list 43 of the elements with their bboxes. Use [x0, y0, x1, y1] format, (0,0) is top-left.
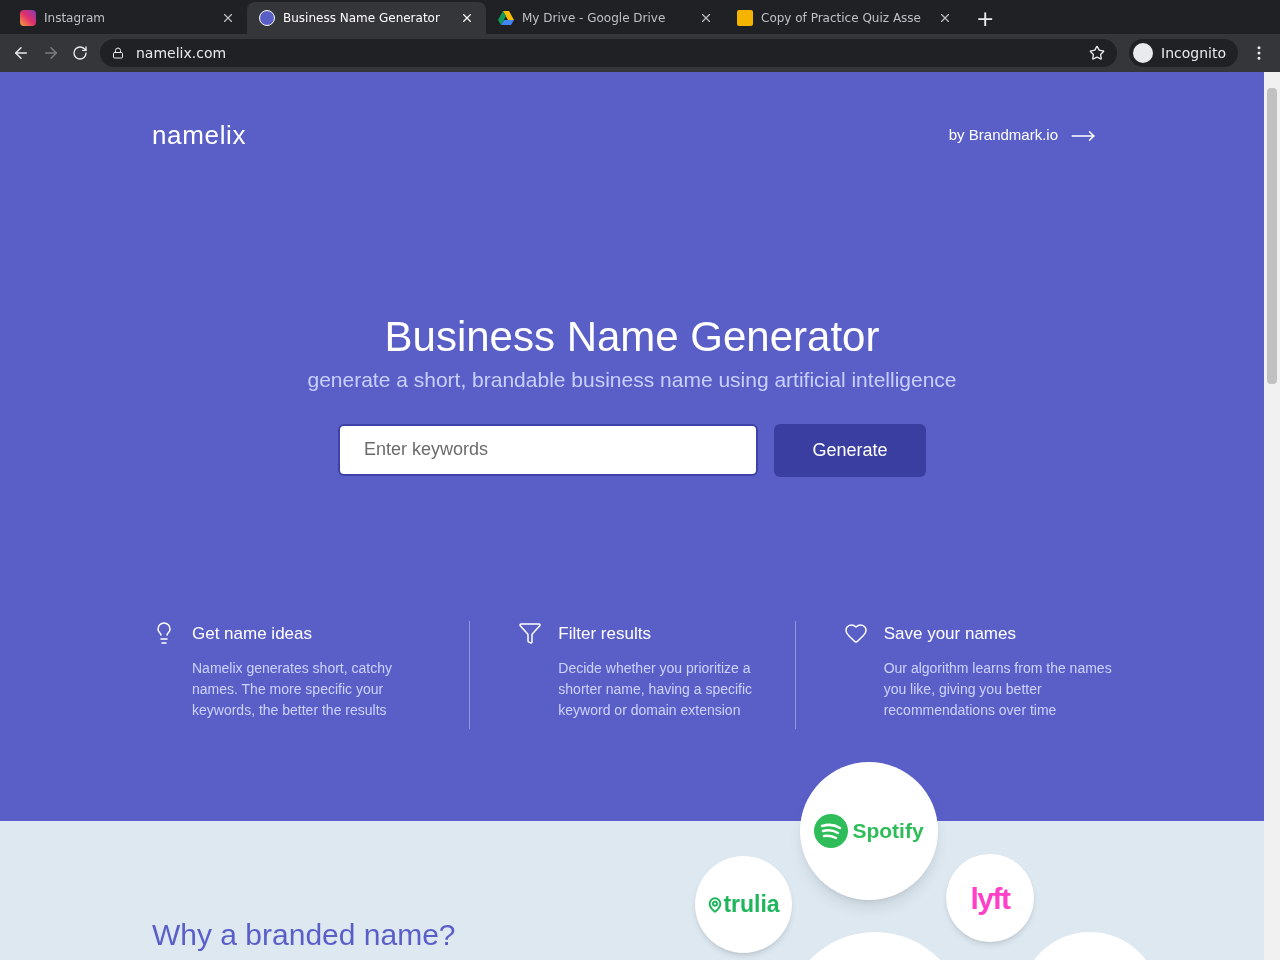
brandmark-link[interactable]: by Brandmark.io [948, 122, 1096, 149]
feature-description: Namelix generates short, catchy names. The more specific your keywords, the better the results [192, 659, 393, 720]
tab-title: Business Name Generator [283, 10, 441, 27]
feature-title: Get name ideas [192, 622, 313, 645]
close-icon[interactable] [221, 11, 235, 25]
triangle-icon [498, 11, 514, 25]
tab-title: Copy of Practice Quiz Asse [761, 10, 922, 27]
feature-title: Filter results [558, 622, 652, 645]
reload-icon[interactable] [72, 45, 88, 61]
feature-description: Our algorithm learns from the names you like, giving you better recommendations over time [883, 659, 1113, 720]
hero-subtitle: generate a short, brandable business name using artificial intelligence [306, 367, 958, 393]
browser-tab[interactable]: Instagram [8, 2, 247, 34]
address-bar[interactable]: namelix.com [100, 39, 1118, 67]
site-icon [259, 10, 275, 26]
browser-tab[interactable]: My Drive - Google Drive [486, 2, 725, 34]
generate-button[interactable]: Generate [774, 423, 926, 477]
star-icon[interactable] [1089, 45, 1106, 61]
slides-icon [737, 10, 753, 26]
forward-icon[interactable] [42, 44, 60, 62]
lock-icon [112, 47, 124, 59]
profile-chip[interactable]: Incognito [1129, 39, 1238, 67]
close-icon[interactable] [460, 11, 474, 25]
instagram-icon [20, 10, 36, 26]
scrollbar[interactable] [1264, 72, 1280, 960]
section-heading: Why a branded name? [152, 917, 456, 953]
close-icon[interactable] [699, 11, 713, 25]
close-icon[interactable] [938, 11, 952, 25]
tab-title: Instagram [44, 10, 107, 27]
funnel-icon [518, 620, 543, 645]
browser-tab[interactable]: Copy of Practice Quiz Asse [725, 2, 964, 34]
tab-title: My Drive - Google Drive [522, 10, 667, 27]
new-tab-button[interactable]: + [964, 2, 1007, 34]
feature-description: Decide whether you prioritize a shorter name, having a specific keyword or domain extension [558, 659, 754, 720]
site-logo: namelix [152, 119, 247, 152]
browser-tab[interactable]: Business Name Generator [247, 2, 486, 34]
back-icon[interactable] [12, 44, 30, 62]
brand-logo-text: trulia [723, 890, 780, 920]
feature-title: Save your names [883, 622, 1017, 645]
hero-title: Business Name Generator [383, 312, 881, 362]
brand-logo-text: Spotify [852, 818, 924, 845]
brand-logo-text: lyft [970, 880, 1010, 917]
url-text: namelix.com [136, 43, 228, 63]
keywords-field[interactable]: Enter keywords [338, 423, 758, 476]
